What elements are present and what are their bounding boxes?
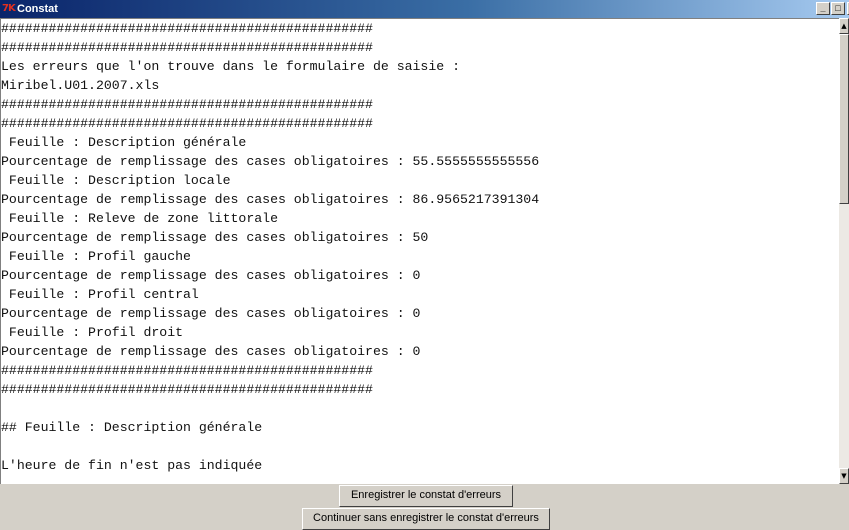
report-line: ########################################… bbox=[1, 97, 373, 112]
report-text: ########################################… bbox=[1, 19, 539, 475]
scroll-thumb[interactable] bbox=[839, 34, 849, 204]
title-bar[interactable]: 7K Constat _ □ × bbox=[0, 0, 849, 18]
report-line: Feuille : Profil central bbox=[1, 287, 199, 302]
scroll-down-arrow-icon[interactable]: ▼ bbox=[839, 468, 849, 484]
button-bar: Enregistrer le constat d'erreurs Continu… bbox=[0, 484, 849, 530]
report-line: Feuille : Profil gauche bbox=[1, 249, 191, 264]
maximize-button[interactable]: □ bbox=[831, 2, 845, 15]
report-line bbox=[1, 399, 539, 418]
report-line: ########################################… bbox=[1, 363, 373, 378]
report-line: ########################################… bbox=[1, 40, 373, 55]
window-title: Constat bbox=[17, 3, 58, 15]
report-line: Feuille : Profil droit bbox=[1, 325, 184, 340]
report-line: ## Feuille : Description générale bbox=[1, 420, 263, 435]
report-line: Pourcentage de remplissage des cases obl… bbox=[1, 230, 429, 245]
report-line: L'heure de fin n'est pas indiquée bbox=[1, 458, 263, 473]
report-line: Pourcentage de remplissage des cases obl… bbox=[1, 268, 421, 283]
report-line: Feuille : Description générale bbox=[1, 135, 247, 150]
app-icon: 7K bbox=[2, 3, 16, 14]
report-line bbox=[1, 437, 539, 456]
report-line: Feuille : Description locale bbox=[1, 173, 231, 188]
report-line: Pourcentage de remplissage des cases obl… bbox=[1, 306, 421, 321]
minimize-button[interactable]: _ bbox=[816, 2, 830, 15]
scroll-up-arrow-icon[interactable]: ▲ bbox=[839, 18, 849, 34]
report-line: ########################################… bbox=[1, 116, 373, 131]
report-line: ########################################… bbox=[1, 21, 373, 36]
report-line: Les erreurs que l'on trouve dans le form… bbox=[1, 59, 460, 74]
vertical-scrollbar[interactable]: ▲ ▼ bbox=[839, 18, 849, 484]
save-report-button[interactable]: Enregistrer le constat d'erreurs bbox=[339, 485, 513, 507]
report-line: Feuille : Releve de zone littorale bbox=[1, 211, 278, 226]
report-line: Pourcentage de remplissage des cases obl… bbox=[1, 344, 421, 359]
constat-window: 7K Constat _ □ × #######################… bbox=[0, 0, 849, 530]
report-line: Pourcentage de remplissage des cases obl… bbox=[1, 154, 540, 169]
report-line: Pourcentage de remplissage des cases obl… bbox=[1, 192, 540, 207]
continue-without-saving-button[interactable]: Continuer sans enregistrer le constat d'… bbox=[302, 508, 550, 530]
report-line: ########################################… bbox=[1, 382, 373, 397]
report-line: Miribel.U01.2007.xls bbox=[1, 78, 160, 93]
